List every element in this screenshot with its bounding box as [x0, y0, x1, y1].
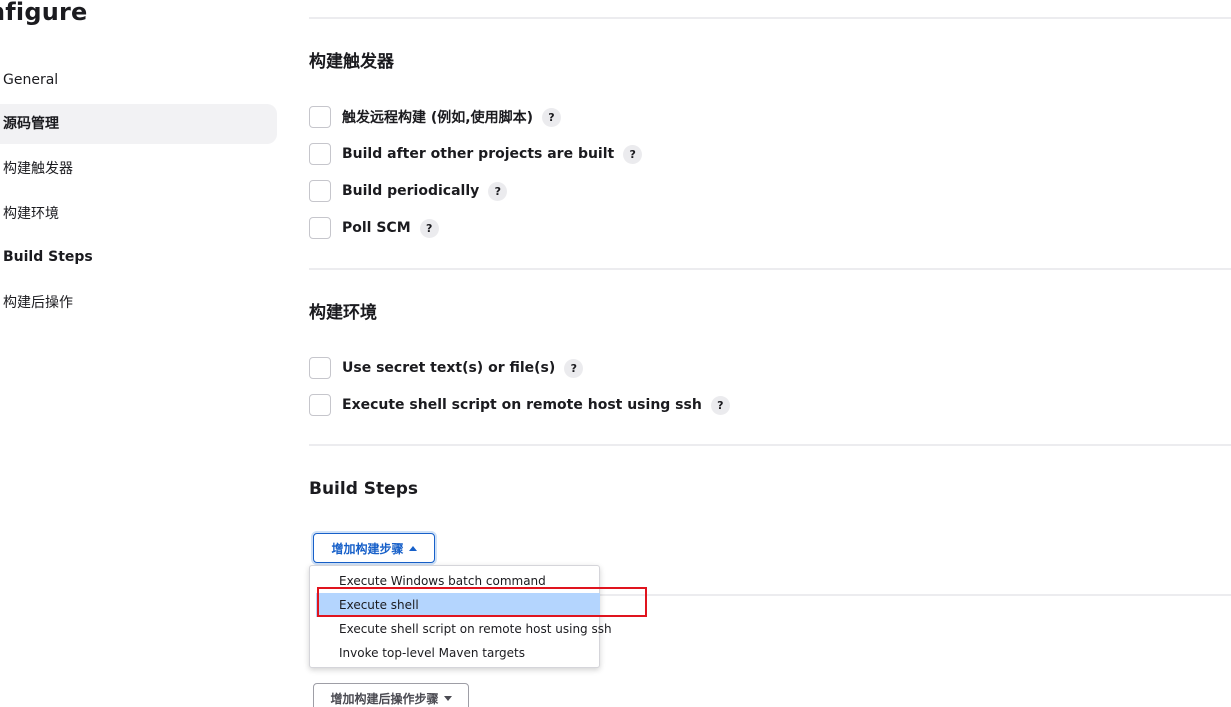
remote-ssh-checkbox[interactable]: [309, 394, 331, 416]
page-title: nfigure: [0, 0, 88, 26]
remote-ssh-label[interactable]: Execute shell script on remote host usin…: [342, 397, 702, 413]
option-build-periodically: Build periodically ?: [309, 179, 508, 203]
build-after-other-label[interactable]: Build after other projects are built: [342, 146, 614, 162]
caret-up-icon: [408, 545, 417, 551]
help-icon[interactable]: ?: [623, 144, 643, 164]
section-title-build-environment: 构建环境: [309, 303, 377, 323]
poll-scm-checkbox[interactable]: [309, 217, 331, 239]
section-divider: [309, 17, 1231, 19]
add-build-step-focus-ring: 增加构建步骤: [311, 531, 437, 565]
sidebar-item-source-management[interactable]: 源码管理: [0, 104, 277, 144]
sidebar-item-build-triggers[interactable]: 构建触发器: [0, 149, 277, 189]
sidebar-item-general[interactable]: General: [0, 60, 277, 100]
option-trigger-remote: 触发远程构建 (例如,使用脚本) ?: [309, 105, 561, 129]
sidebar-item-build-environment[interactable]: 构建环境: [0, 194, 277, 234]
section-title-build-triggers: 构建触发器: [309, 52, 394, 72]
help-icon[interactable]: ?: [542, 107, 561, 127]
menu-item-remote-ssh[interactable]: Execute shell script on remote host usin…: [316, 617, 612, 641]
secret-text-checkbox[interactable]: [309, 357, 331, 379]
trigger-remote-label[interactable]: 触发远程构建 (例如,使用脚本): [342, 107, 533, 127]
sidebar-item-post-build[interactable]: 构建后操作: [0, 283, 277, 323]
add-post-build-step-button[interactable]: 增加构建后操作步骤: [313, 683, 469, 707]
section-divider: [309, 268, 1231, 270]
poll-scm-label[interactable]: Poll SCM: [342, 220, 411, 236]
main-content: 构建触发器 触发远程构建 (例如,使用脚本) ? Build after oth…: [309, 0, 1231, 707]
help-icon[interactable]: ?: [564, 358, 584, 378]
help-icon[interactable]: ?: [488, 181, 508, 201]
option-build-after-other: Build after other projects are built ?: [309, 142, 643, 166]
menu-item-maven-targets[interactable]: Invoke top-level Maven targets: [316, 641, 600, 665]
add-build-step-label: 增加构建步骤: [331, 541, 404, 556]
caret-down-icon: [443, 695, 452, 701]
section-divider: [309, 444, 1231, 446]
help-icon[interactable]: ?: [419, 218, 439, 238]
add-build-step-button[interactable]: 增加构建步骤: [313, 533, 435, 563]
configure-page: nfigure General 源码管理 构建触发器 构建环境 Build St…: [0, 0, 1231, 707]
option-poll-scm: Poll SCM ?: [309, 216, 439, 240]
add-post-build-step-label: 增加构建后操作步骤: [330, 691, 439, 706]
option-remote-ssh: Execute shell script on remote host usin…: [309, 393, 730, 417]
option-secret-text: Use secret text(s) or file(s) ?: [309, 356, 584, 380]
help-icon[interactable]: ?: [710, 395, 730, 415]
annotation-highlight-box: [317, 587, 647, 617]
sidebar-item-build-steps[interactable]: Build Steps: [0, 237, 277, 277]
secret-text-label[interactable]: Use secret text(s) or file(s): [342, 360, 555, 376]
trigger-remote-checkbox[interactable]: [309, 106, 331, 128]
build-periodically-label[interactable]: Build periodically: [342, 183, 479, 199]
section-title-build-steps: Build Steps: [309, 479, 418, 499]
build-periodically-checkbox[interactable]: [309, 180, 331, 202]
build-after-other-checkbox[interactable]: [309, 143, 331, 165]
